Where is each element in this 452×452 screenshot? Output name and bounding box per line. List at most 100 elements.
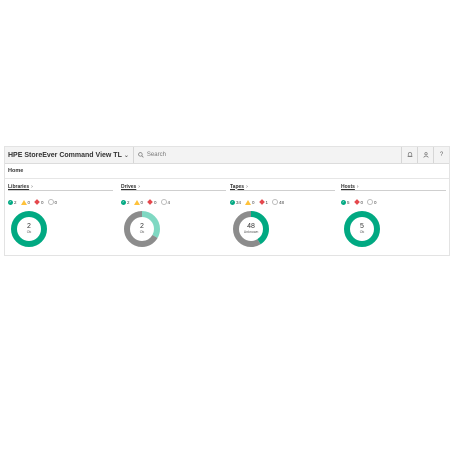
panel-header: Drives › <box>121 183 226 191</box>
status-unknown[interactable]: 48 <box>272 199 284 205</box>
panel-title-link[interactable]: Drives <box>121 184 136 190</box>
donut-center: 2 Ok <box>123 210 161 248</box>
chevron-right-icon: › <box>246 183 248 190</box>
critical-count: 0 <box>360 199 364 205</box>
critical-count: 0 <box>154 199 157 205</box>
status-counts: ✓ 34 0 1 48 <box>230 199 335 205</box>
warning-icon <box>133 199 140 205</box>
status-critical[interactable]: 0 <box>353 199 364 205</box>
panel-libraries: Libraries › ✓ 2 0 0 0 2 Ok <box>8 183 113 253</box>
panel-title-link[interactable]: Hosts <box>341 184 355 190</box>
unknown-icon <box>160 199 167 205</box>
panel-title-link[interactable]: Tapes <box>230 184 244 190</box>
search-icon <box>138 152 144 158</box>
donut-value: 48 <box>247 223 255 230</box>
panel-hosts: Hosts › ✓ 5 0 0 5 Ok <box>341 183 446 253</box>
panel-header: Hosts › <box>341 183 446 191</box>
donut-center: 5 Ok <box>343 210 381 248</box>
critical-icon <box>258 199 265 205</box>
panel-tapes: Tapes › ✓ 34 0 1 48 48 Unknown <box>230 183 335 253</box>
header-actions: ? <box>401 147 449 163</box>
donut-label: Ok <box>359 230 365 234</box>
help-button[interactable]: ? <box>433 147 449 163</box>
notifications-button[interactable] <box>401 147 417 163</box>
user-button[interactable] <box>417 147 433 163</box>
user-icon <box>422 152 429 158</box>
status-ok[interactable]: ✓ 2 <box>121 199 130 205</box>
unknown-count: 0 <box>54 199 58 205</box>
ok-icon: ✓ <box>8 199 13 205</box>
ok-icon: ✓ <box>121 199 126 205</box>
donut-center: 48 Unknown <box>232 210 270 248</box>
status-warning[interactable]: 0 <box>245 199 255 205</box>
donut-chart[interactable]: 5 Ok <box>343 210 381 248</box>
donut-value: 5 <box>360 223 364 230</box>
status-warning[interactable]: 0 <box>20 199 31 205</box>
warning-count: 0 <box>27 199 31 205</box>
donut-label: Ok <box>26 230 32 234</box>
ok-icon: ✓ <box>230 199 235 205</box>
unknown-icon <box>47 199 54 205</box>
ok-icon: ✓ <box>341 199 346 205</box>
status-critical[interactable]: 0 <box>34 199 44 205</box>
status-warning[interactable]: 0 <box>133 199 144 205</box>
ok-count: 5 <box>347 199 350 205</box>
donut-chart[interactable]: 2 Ok <box>123 210 161 248</box>
critical-count: 1 <box>265 199 269 205</box>
ok-count: 34 <box>236 199 242 205</box>
critical-icon <box>147 199 153 205</box>
warning-icon <box>20 199 27 205</box>
warning-icon <box>245 199 252 205</box>
top-bar: HPE StoreEver Command View TL ⌄ Search ? <box>5 147 449 164</box>
chevron-right-icon: › <box>31 183 33 190</box>
unknown-icon <box>272 199 279 205</box>
warning-count: 0 <box>252 199 255 205</box>
status-counts: ✓ 2 0 0 4 <box>121 199 226 205</box>
ok-count: 2 <box>14 199 17 205</box>
critical-icon <box>34 199 40 205</box>
critical-count: 0 <box>41 199 44 205</box>
donut-chart[interactable]: 48 Unknown <box>232 210 270 248</box>
app-title: HPE StoreEver Command View TL <box>8 151 122 159</box>
chevron-down-icon: ⌄ <box>123 152 129 159</box>
donut-label: Ok <box>139 230 145 234</box>
unknown-icon <box>367 199 374 205</box>
panel-header: Libraries › <box>8 183 113 191</box>
panel-title-link[interactable]: Libraries <box>8 184 29 190</box>
status-counts: ✓ 2 0 0 0 <box>8 199 113 205</box>
ok-count: 2 <box>127 199 130 205</box>
status-ok[interactable]: ✓ 2 <box>8 199 17 205</box>
panel-header: Tapes › <box>230 183 335 191</box>
status-counts: ✓ 5 0 0 <box>341 199 446 205</box>
breadcrumb-home[interactable]: Home <box>8 168 23 174</box>
donut-center: 2 Ok <box>10 210 48 248</box>
critical-icon <box>353 199 360 205</box>
unknown-count: 0 <box>374 199 377 205</box>
warning-count: 0 <box>140 199 144 205</box>
status-critical[interactable]: 0 <box>147 199 157 205</box>
search-placeholder: Search <box>146 152 166 158</box>
donut-value: 2 <box>140 223 144 230</box>
chevron-right-icon: › <box>356 183 359 190</box>
donut-value: 2 <box>27 223 31 230</box>
status-ok[interactable]: ✓ 34 <box>230 199 242 205</box>
app-menu[interactable]: HPE StoreEver Command View TL ⌄ <box>5 147 129 163</box>
search-box[interactable]: Search <box>138 147 166 163</box>
unknown-count: 4 <box>167 199 171 205</box>
status-unknown[interactable]: 0 <box>367 199 377 205</box>
divider <box>132 147 134 163</box>
status-critical[interactable]: 1 <box>258 199 269 205</box>
breadcrumb: Home <box>5 164 449 179</box>
status-unknown[interactable]: 4 <box>160 199 171 205</box>
status-ok[interactable]: ✓ 5 <box>341 199 350 205</box>
status-unknown[interactable]: 0 <box>47 199 58 205</box>
unknown-count: 48 <box>279 199 285 205</box>
panel-drives: Drives › ✓ 2 0 0 4 2 Ok <box>121 183 226 253</box>
help-icon: ? <box>439 152 444 158</box>
donut-label: Unknown <box>243 230 259 234</box>
donut-chart[interactable]: 2 Ok <box>10 210 48 248</box>
app-window: HPE StoreEver Command View TL ⌄ Search ?… <box>4 146 450 256</box>
bell-icon <box>407 152 412 157</box>
dashboard-panels: Libraries › ✓ 2 0 0 0 2 Ok Drives › ✓ 2 … <box>5 183 449 253</box>
chevron-right-icon: › <box>138 183 140 190</box>
